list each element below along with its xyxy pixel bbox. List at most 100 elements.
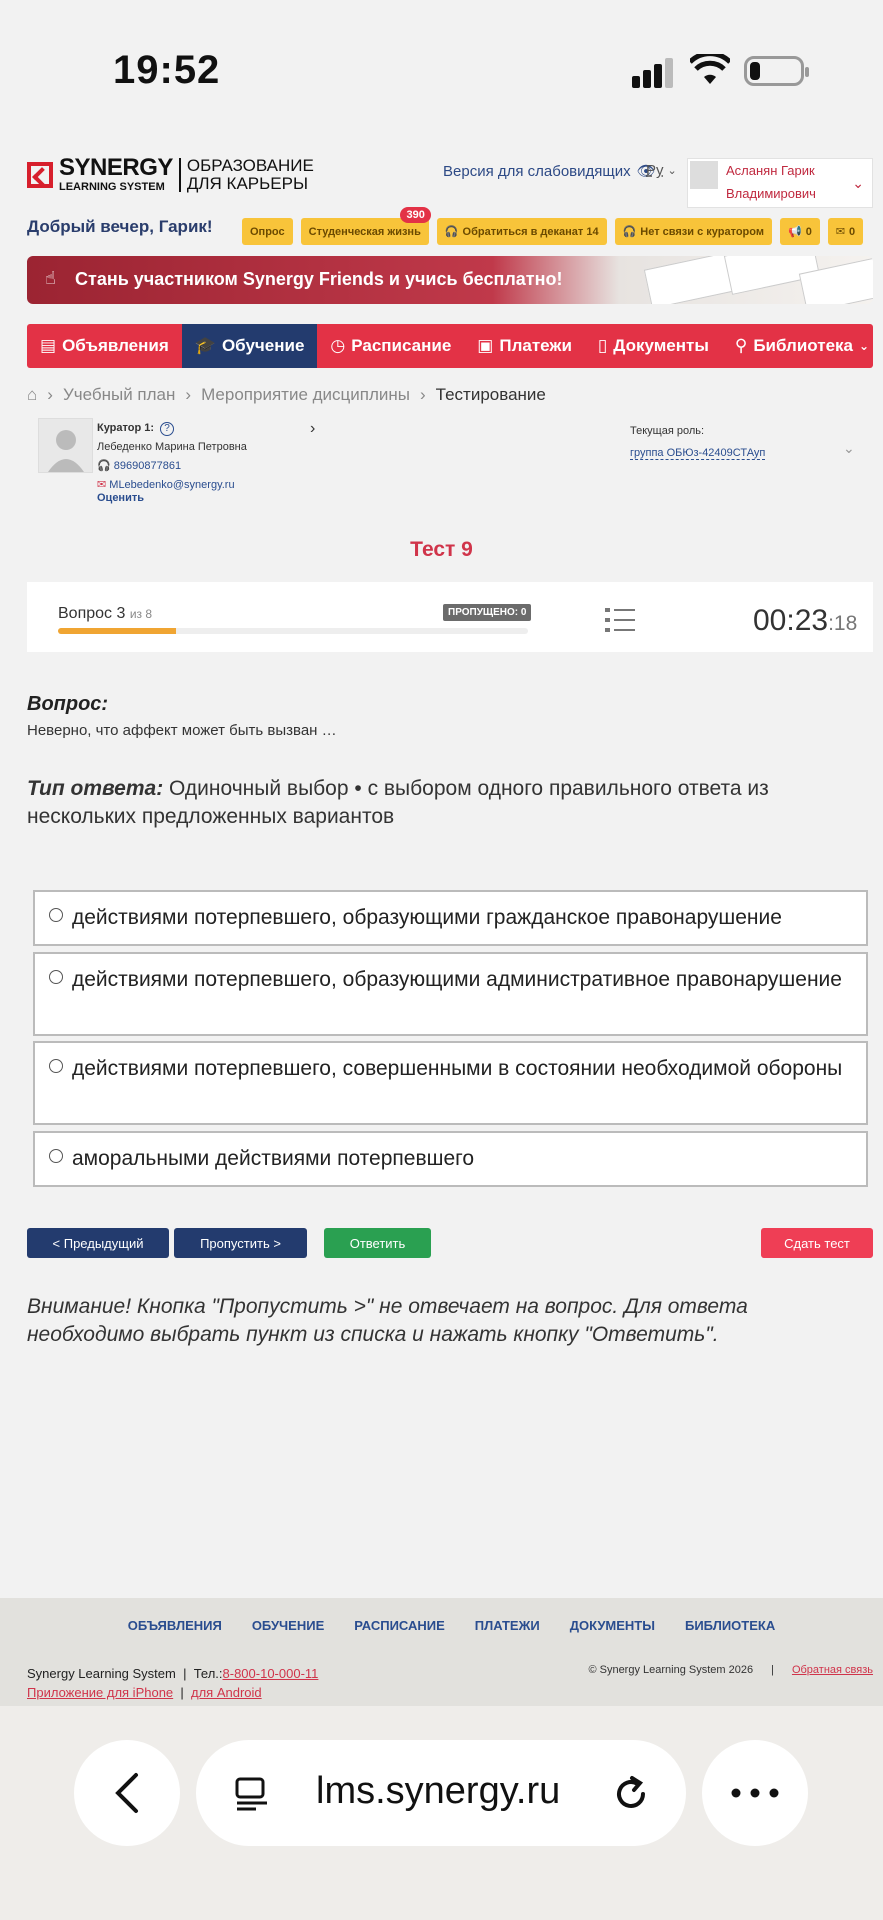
curator-email[interactable]: MLebedenko@synergy.ru [109, 479, 234, 491]
nav-label: Расписание [351, 336, 452, 355]
role-value: группа ОБЮз-42409СТАуп [630, 447, 766, 460]
nav-learning[interactable]: 🎓 Обучение [181, 324, 318, 368]
nav-label: Обучение [221, 336, 305, 355]
breadcrumb-plan[interactable]: Учебный план [63, 385, 175, 405]
question-total: из 8 [129, 607, 153, 621]
footer-link-documents[interactable]: ДОКУМЕНТЫ [570, 1618, 655, 1633]
curator-phone[interactable]: 89690877861 [114, 460, 181, 472]
chevron-down-icon: ⌄ [852, 175, 864, 191]
language-select[interactable]: Ру ⌄ [646, 162, 677, 179]
document-icon: ▯ [597, 336, 608, 355]
book-icon: ⚲ [734, 336, 748, 355]
footer-link-announcements[interactable]: ОБЪЯВЛЕНИЯ [128, 1618, 222, 1633]
answer-option[interactable]: действиями потерпевшего, образующими гра… [33, 890, 868, 946]
android-app-link[interactable]: для Android [191, 1685, 262, 1700]
friends-banner[interactable]: ☝ Стань участником Synergy Friends и учи… [27, 256, 873, 304]
quick-actions: Опрос Студенческая жизнь 390 🎧 Обратитьс… [242, 207, 864, 245]
help-icon[interactable]: ? [160, 422, 175, 436]
answer-option[interactable]: действиями потерпевшего, образующими адм… [33, 952, 868, 1036]
question-label: Вопрос: [27, 693, 109, 715]
timer-main: 00:23 [753, 604, 829, 637]
logo-subtitle: LEARNING SYSTEM [59, 181, 165, 193]
logo-mark-icon [27, 161, 53, 188]
finish-test-button[interactable]: Сдать тест [761, 1228, 873, 1258]
dean-button[interactable]: 🎧 Обратиться в деканат 14 [436, 218, 607, 245]
nav-label: Документы [613, 336, 709, 355]
address-bar[interactable]: lms.synergy.ru [196, 1740, 686, 1846]
dean-label: Обратиться в деканат 14 [462, 225, 599, 238]
mail-button[interactable]: ✉ 0 [827, 218, 864, 245]
home-icon[interactable]: ⌂ [27, 385, 37, 405]
chevron-left-icon [115, 1773, 138, 1813]
footer-link-schedule[interactable]: РАСПИСАНИЕ [354, 1618, 445, 1633]
poll-button[interactable]: Опрос [242, 218, 293, 245]
answer-button[interactable]: Ответить [324, 1228, 431, 1258]
nav-library[interactable]: ⚲ Библиотека ⌄ [722, 324, 882, 368]
back-button[interactable] [74, 1740, 180, 1846]
rate-curator-link[interactable]: Оценить [97, 492, 144, 504]
footer-copyright: © Synergy Learning System 2026 [588, 1664, 754, 1676]
answer-option[interactable]: действиями потерпевшего, совершенными в … [33, 1041, 868, 1125]
nav-announcements[interactable]: ▤ Объявления [27, 324, 182, 368]
feedback-link[interactable]: Обратная связь [792, 1664, 873, 1676]
footer-link-learning[interactable]: ОБУЧЕНИЕ [252, 1618, 324, 1633]
headset-icon: 🎧 [97, 460, 111, 472]
footer-phone-label: Тел.: [193, 1666, 223, 1681]
student-life-label: Студенческая жизнь [308, 225, 421, 238]
headset-icon: 🎧 [444, 226, 459, 238]
footer-phone[interactable]: 8-800-10-000-11 [223, 1666, 319, 1681]
reload-icon[interactable] [611, 1774, 651, 1814]
role-label: Текущая роль: [630, 425, 705, 437]
accessibility-link[interactable]: Версия для слабовидящих 👁 [443, 162, 656, 181]
clock-icon: ◷ [330, 336, 346, 355]
radio-icon [49, 1059, 63, 1073]
announcements-count: 0 [805, 225, 812, 238]
language-label: Ру [646, 162, 664, 179]
logo-tagline-1: ОБРАЗОВАНИЕ [186, 155, 314, 175]
iphone-app-link[interactable]: Приложение для iPhone [27, 1685, 173, 1700]
footer-nav: ОБЪЯВЛЕНИЯ ОБУЧЕНИЕ РАСПИСАНИЕ ПЛАТЕЖИ Д… [0, 1618, 883, 1633]
chevron-down-icon[interactable]: ⌄ [843, 440, 855, 457]
question-list-icon[interactable] [605, 607, 635, 633]
footer-link-payments[interactable]: ПЛАТЕЖИ [475, 1618, 540, 1633]
nav-schedule[interactable]: ◷ Расписание [317, 324, 464, 368]
answer-option-label: действиями потерпевшего, образующими гра… [72, 906, 782, 929]
user-avatar [690, 161, 718, 189]
curator-title: Куратор 1: [97, 422, 155, 434]
skipped-badge: ПРОПУЩЕНО: 0 [443, 604, 532, 621]
more-button[interactable] [702, 1740, 808, 1846]
chevron-right-icon[interactable]: › [310, 420, 315, 438]
nav-payments[interactable]: ▣ Платежи [464, 324, 585, 368]
previous-button[interactable]: < Предыдущий [27, 1228, 169, 1258]
footer: ОБЪЯВЛЕНИЯ ОБУЧЕНИЕ РАСПИСАНИЕ ПЛАТЕЖИ Д… [0, 1598, 883, 1706]
nav-documents[interactable]: ▯ Документы [585, 324, 722, 368]
url-text: lms.synergy.ru [316, 1770, 561, 1812]
user-name-second: Владимирович [726, 186, 816, 201]
radio-icon [49, 970, 63, 984]
list-icon: ▤ [40, 336, 57, 355]
role-selector[interactable]: Текущая роль: группа ОБЮз-42409СТАуп [630, 420, 766, 464]
logo-tagline-2: ДЛЯ КАРЬЕРЫ [186, 173, 309, 193]
test-progress-card: Вопрос 3 из 8 ПРОПУЩЕНО: 0 00:23:18 [27, 582, 873, 652]
user-name-first: Асланян Гарик [726, 163, 815, 178]
student-life-button[interactable]: Студенческая жизнь 390 [300, 207, 431, 245]
question-number: Вопрос 3 [58, 605, 126, 622]
footer-link-library[interactable]: БИБЛИОТЕКА [685, 1618, 775, 1633]
more-icon [731, 1788, 779, 1798]
graduation-cap-icon: 🎓 [194, 336, 216, 355]
skip-button[interactable]: Пропустить > [174, 1228, 307, 1258]
question-counter: Вопрос 3 из 8 [58, 605, 152, 623]
synergy-logo[interactable]: SYNERGY LEARNING SYSTEM ОБРАЗОВАНИЕ ДЛЯ … [27, 156, 314, 193]
logo-title: SYNERGY [59, 154, 173, 181]
announcements-button[interactable]: 📢 0 [779, 218, 820, 245]
answer-option[interactable]: аморальными действиями потерпевшего [33, 1131, 868, 1187]
notification-badge: 390 [400, 207, 431, 223]
wifi-icon [690, 54, 730, 84]
main-nav: ▤ Объявления 🎓 Обучение ◷ Расписание ▣ Плате… [27, 324, 873, 368]
reader-icon[interactable] [234, 1776, 270, 1812]
user-menu[interactable]: Асланян Гарик Владимирович ⌄ [687, 158, 873, 208]
breadcrumb-event[interactable]: Мероприятие дисциплины [201, 385, 410, 405]
radio-icon [49, 908, 63, 922]
test-title: Тест 9 [410, 538, 473, 561]
curator-status-button[interactable]: 🎧 Нет связи с куратором [614, 218, 772, 245]
